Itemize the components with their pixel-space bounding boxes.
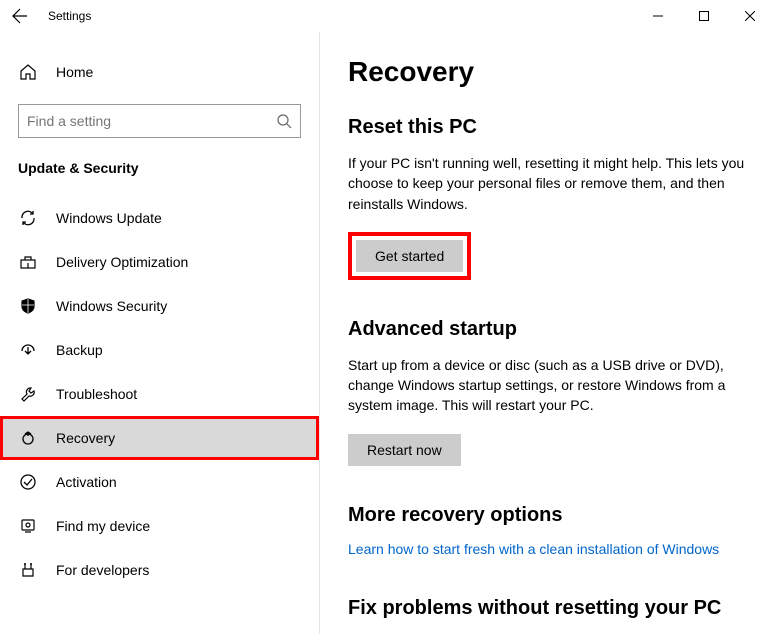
content-area: Home Update & Security Windows Update [0, 32, 777, 634]
reset-pc-text: If your PC isn't running well, resetting… [348, 153, 748, 214]
advanced-startup-heading: Advanced startup [348, 318, 749, 341]
arrow-left-icon [12, 8, 28, 24]
main-content: Recovery Reset this PC If your PC isn't … [320, 32, 777, 634]
sidebar-item-label: Backup [56, 342, 103, 358]
shield-icon [18, 296, 38, 316]
sidebar-item-windows-update[interactable]: Windows Update [0, 196, 319, 240]
sidebar-item-find-my-device[interactable]: Find my device [0, 504, 319, 548]
sidebar-item-for-developers[interactable]: For developers [0, 548, 319, 592]
more-recovery-section: More recovery options Learn how to start… [348, 504, 749, 559]
page-title: Recovery [348, 56, 749, 88]
reset-pc-section: Reset this PC If your PC isn't running w… [348, 116, 749, 280]
window-title: Settings [48, 9, 91, 23]
fix-problems-section: Fix problems without resetting your PC [348, 597, 749, 620]
sidebar-item-label: Recovery [56, 430, 115, 446]
fix-problems-heading: Fix problems without resetting your PC [348, 597, 749, 620]
sidebar: Home Update & Security Windows Update [0, 32, 320, 634]
close-button[interactable] [727, 0, 773, 32]
delivery-icon [18, 252, 38, 272]
sidebar-item-label: Windows Update [56, 210, 162, 226]
window-controls [635, 0, 773, 32]
restart-now-button[interactable]: Restart now [348, 434, 461, 466]
sidebar-item-label: For developers [56, 562, 149, 578]
sidebar-item-label: Activation [56, 474, 117, 490]
get-started-button[interactable]: Get started [356, 240, 463, 272]
sync-icon [18, 208, 38, 228]
home-nav[interactable]: Home [0, 52, 319, 92]
settings-window: Settings Home [0, 0, 777, 634]
advanced-startup-section: Advanced startup Start up from a device … [348, 318, 749, 466]
sidebar-item-label: Find my device [56, 518, 150, 534]
sidebar-item-windows-security[interactable]: Windows Security [0, 284, 319, 328]
sidebar-item-activation[interactable]: Activation [0, 460, 319, 504]
wrench-icon [18, 384, 38, 404]
maximize-icon [699, 11, 709, 21]
search-icon [276, 113, 292, 129]
minimize-button[interactable] [635, 0, 681, 32]
more-recovery-heading: More recovery options [348, 504, 749, 527]
sidebar-item-troubleshoot[interactable]: Troubleshoot [0, 372, 319, 416]
reset-pc-heading: Reset this PC [348, 116, 749, 139]
recovery-icon [18, 428, 38, 448]
minimize-icon [653, 11, 663, 21]
sidebar-item-label: Delivery Optimization [56, 254, 188, 270]
search-input[interactable] [27, 113, 276, 129]
home-icon [18, 62, 38, 82]
developer-icon [18, 560, 38, 580]
get-started-highlight: Get started [348, 232, 471, 280]
titlebar: Settings [0, 0, 777, 32]
sidebar-item-delivery-optimization[interactable]: Delivery Optimization [0, 240, 319, 284]
sidebar-item-backup[interactable]: Backup [0, 328, 319, 372]
sidebar-item-label: Windows Security [56, 298, 167, 314]
advanced-startup-text: Start up from a device or disc (such as … [348, 355, 748, 416]
backup-icon [18, 340, 38, 360]
home-label: Home [56, 64, 93, 80]
search-box[interactable] [18, 104, 301, 138]
category-header: Update & Security [0, 142, 319, 184]
location-icon [18, 516, 38, 536]
sidebar-item-recovery[interactable]: Recovery [0, 416, 319, 460]
start-fresh-link[interactable]: Learn how to start fresh with a clean in… [348, 541, 719, 557]
back-button[interactable] [4, 0, 36, 32]
maximize-button[interactable] [681, 0, 727, 32]
sidebar-item-label: Troubleshoot [56, 386, 137, 402]
nav-list: Windows Update Delivery Optimization Win… [0, 196, 319, 592]
close-icon [745, 11, 755, 21]
check-circle-icon [18, 472, 38, 492]
